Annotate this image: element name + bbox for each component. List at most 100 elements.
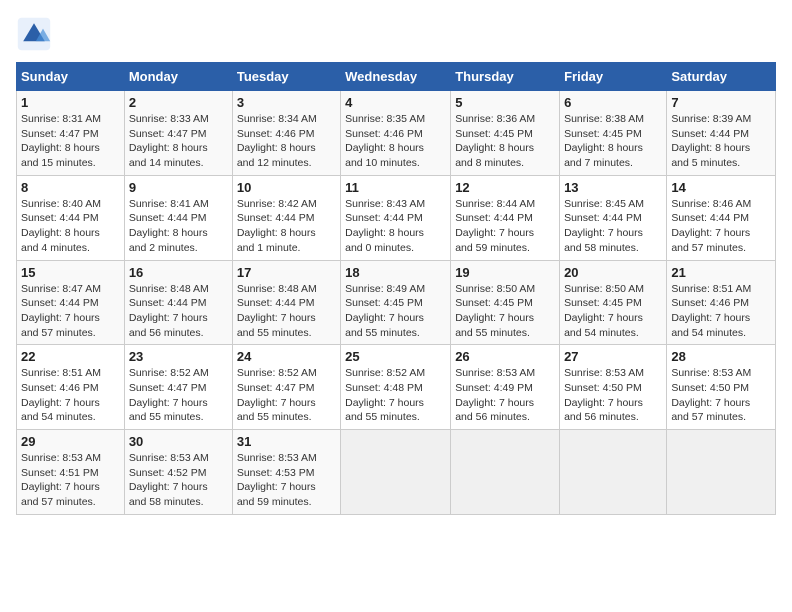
day-number: 27 (564, 349, 662, 364)
day-number: 1 (21, 95, 120, 110)
column-header-saturday: Saturday (667, 63, 776, 91)
day-detail: Sunrise: 8:42 AM Sunset: 4:44 PM Dayligh… (237, 197, 336, 256)
calendar-cell: 18 Sunrise: 8:49 AM Sunset: 4:45 PM Dayli… (341, 260, 451, 345)
day-number: 20 (564, 265, 662, 280)
day-number: 10 (237, 180, 336, 195)
calendar-cell (667, 430, 776, 515)
day-detail: Sunrise: 8:53 AM Sunset: 4:49 PM Dayligh… (455, 366, 555, 425)
day-detail: Sunrise: 8:52 AM Sunset: 4:47 PM Dayligh… (129, 366, 228, 425)
day-detail: Sunrise: 8:44 AM Sunset: 4:44 PM Dayligh… (455, 197, 555, 256)
day-detail: Sunrise: 8:33 AM Sunset: 4:47 PM Dayligh… (129, 112, 228, 171)
calendar-cell: 28 Sunrise: 8:53 AM Sunset: 4:50 PM Dayli… (667, 345, 776, 430)
calendar-cell: 7Sunrise: 8:39 AM Sunset: 4:44 PM Daylig… (667, 91, 776, 176)
calendar-header-row: SundayMondayTuesdayWednesdayThursdayFrid… (17, 63, 776, 91)
logo-icon (16, 16, 52, 52)
day-number: 15 (21, 265, 120, 280)
day-detail: Sunrise: 8:48 AM Sunset: 4:44 PM Dayligh… (129, 282, 228, 341)
day-number: 18 (345, 265, 446, 280)
calendar-cell: 25 Sunrise: 8:52 AM Sunset: 4:48 PM Dayli… (341, 345, 451, 430)
calendar-cell: 8 Sunrise: 8:40 AM Sunset: 4:44 PM Daylig… (17, 175, 125, 260)
day-number: 26 (455, 349, 555, 364)
day-detail: Sunrise: 8:49 AM Sunset: 4:45 PM Dayligh… (345, 282, 446, 341)
day-detail: Sunrise: 8:40 AM Sunset: 4:44 PM Dayligh… (21, 197, 120, 256)
day-detail: Sunrise: 8:51 AM Sunset: 4:46 PM Dayligh… (21, 366, 120, 425)
day-number: 9 (129, 180, 228, 195)
calendar-cell: 1 Sunrise: 8:31 AM Sunset: 4:47 PM Daylig… (17, 91, 125, 176)
day-detail: Sunrise: 8:48 AM Sunset: 4:44 PM Dayligh… (237, 282, 336, 341)
day-number: 16 (129, 265, 228, 280)
calendar-cell: 9 Sunrise: 8:41 AM Sunset: 4:44 PM Daylig… (124, 175, 232, 260)
day-number: 28 (671, 349, 771, 364)
calendar-cell: 13Sunrise: 8:45 AM Sunset: 4:44 PM Dayli… (560, 175, 667, 260)
calendar-cell: 29 Sunrise: 8:53 AM Sunset: 4:51 PM Dayli… (17, 430, 125, 515)
day-detail: Sunrise: 8:52 AM Sunset: 4:47 PM Dayligh… (237, 366, 336, 425)
calendar-cell: 24 Sunrise: 8:52 AM Sunset: 4:47 PM Dayli… (232, 345, 340, 430)
day-detail: Sunrise: 8:53 AM Sunset: 4:52 PM Dayligh… (129, 451, 228, 510)
day-detail: Sunrise: 8:34 AM Sunset: 4:46 PM Dayligh… (237, 112, 336, 171)
calendar-cell: 31 Sunrise: 8:53 AM Sunset: 4:53 PM Dayli… (232, 430, 340, 515)
calendar-week-row: 15 Sunrise: 8:47 AM Sunset: 4:44 PM Dayli… (17, 260, 776, 345)
calendar-week-row: 29 Sunrise: 8:53 AM Sunset: 4:51 PM Dayli… (17, 430, 776, 515)
day-number: 25 (345, 349, 446, 364)
calendar-cell: 21 Sunrise: 8:51 AM Sunset: 4:46 PM Dayli… (667, 260, 776, 345)
calendar-week-row: 22 Sunrise: 8:51 AM Sunset: 4:46 PM Dayli… (17, 345, 776, 430)
calendar-cell: 23 Sunrise: 8:52 AM Sunset: 4:47 PM Dayli… (124, 345, 232, 430)
column-header-sunday: Sunday (17, 63, 125, 91)
day-detail: Sunrise: 8:52 AM Sunset: 4:48 PM Dayligh… (345, 366, 446, 425)
column-header-tuesday: Tuesday (232, 63, 340, 91)
day-detail: Sunrise: 8:53 AM Sunset: 4:50 PM Dayligh… (671, 366, 771, 425)
day-number: 17 (237, 265, 336, 280)
day-number: 14 (671, 180, 771, 195)
calendar-cell: 6Sunrise: 8:38 AM Sunset: 4:45 PM Daylig… (560, 91, 667, 176)
calendar-table: SundayMondayTuesdayWednesdayThursdayFrid… (16, 62, 776, 515)
calendar-cell: 3 Sunrise: 8:34 AM Sunset: 4:46 PM Daylig… (232, 91, 340, 176)
day-detail: Sunrise: 8:46 AM Sunset: 4:44 PM Dayligh… (671, 197, 771, 256)
day-number: 23 (129, 349, 228, 364)
day-number: 8 (21, 180, 120, 195)
day-number: 6 (564, 95, 662, 110)
day-number: 13 (564, 180, 662, 195)
day-number: 21 (671, 265, 771, 280)
day-detail: Sunrise: 8:47 AM Sunset: 4:44 PM Dayligh… (21, 282, 120, 341)
day-number: 24 (237, 349, 336, 364)
day-detail: Sunrise: 8:41 AM Sunset: 4:44 PM Dayligh… (129, 197, 228, 256)
day-number: 22 (21, 349, 120, 364)
page-header (16, 16, 776, 52)
calendar-cell: 2Sunrise: 8:33 AM Sunset: 4:47 PM Daylig… (124, 91, 232, 176)
calendar-cell: 27 Sunrise: 8:53 AM Sunset: 4:50 PM Dayli… (560, 345, 667, 430)
calendar-cell: 5Sunrise: 8:36 AM Sunset: 4:45 PM Daylig… (451, 91, 560, 176)
calendar-cell: 4Sunrise: 8:35 AM Sunset: 4:46 PM Daylig… (341, 91, 451, 176)
day-number: 31 (237, 434, 336, 449)
logo (16, 16, 56, 52)
day-detail: Sunrise: 8:53 AM Sunset: 4:50 PM Dayligh… (564, 366, 662, 425)
day-detail: Sunrise: 8:53 AM Sunset: 4:53 PM Dayligh… (237, 451, 336, 510)
calendar-cell: 14 Sunrise: 8:46 AM Sunset: 4:44 PM Dayli… (667, 175, 776, 260)
calendar-cell: 10 Sunrise: 8:42 AM Sunset: 4:44 PM Dayli… (232, 175, 340, 260)
day-number: 19 (455, 265, 555, 280)
day-detail: Sunrise: 8:36 AM Sunset: 4:45 PM Dayligh… (455, 112, 555, 171)
day-number: 4 (345, 95, 446, 110)
column-header-wednesday: Wednesday (341, 63, 451, 91)
calendar-cell: 11 Sunrise: 8:43 AM Sunset: 4:44 PM Dayli… (341, 175, 451, 260)
day-number: 12 (455, 180, 555, 195)
column-header-friday: Friday (560, 63, 667, 91)
calendar-cell: 17 Sunrise: 8:48 AM Sunset: 4:44 PM Dayli… (232, 260, 340, 345)
day-detail: Sunrise: 8:53 AM Sunset: 4:51 PM Dayligh… (21, 451, 120, 510)
day-number: 3 (237, 95, 336, 110)
calendar-cell (341, 430, 451, 515)
calendar-cell: 12 Sunrise: 8:44 AM Sunset: 4:44 PM Dayli… (451, 175, 560, 260)
day-detail: Sunrise: 8:31 AM Sunset: 4:47 PM Dayligh… (21, 112, 120, 171)
day-number: 29 (21, 434, 120, 449)
day-detail: Sunrise: 8:51 AM Sunset: 4:46 PM Dayligh… (671, 282, 771, 341)
calendar-cell (560, 430, 667, 515)
calendar-cell (451, 430, 560, 515)
day-number: 11 (345, 180, 446, 195)
day-detail: Sunrise: 8:43 AM Sunset: 4:44 PM Dayligh… (345, 197, 446, 256)
column-header-monday: Monday (124, 63, 232, 91)
column-header-thursday: Thursday (451, 63, 560, 91)
calendar-cell: 16 Sunrise: 8:48 AM Sunset: 4:44 PM Dayli… (124, 260, 232, 345)
day-number: 30 (129, 434, 228, 449)
calendar-cell: 22 Sunrise: 8:51 AM Sunset: 4:46 PM Dayli… (17, 345, 125, 430)
calendar-cell: 15 Sunrise: 8:47 AM Sunset: 4:44 PM Dayli… (17, 260, 125, 345)
calendar-cell: 30 Sunrise: 8:53 AM Sunset: 4:52 PM Dayli… (124, 430, 232, 515)
